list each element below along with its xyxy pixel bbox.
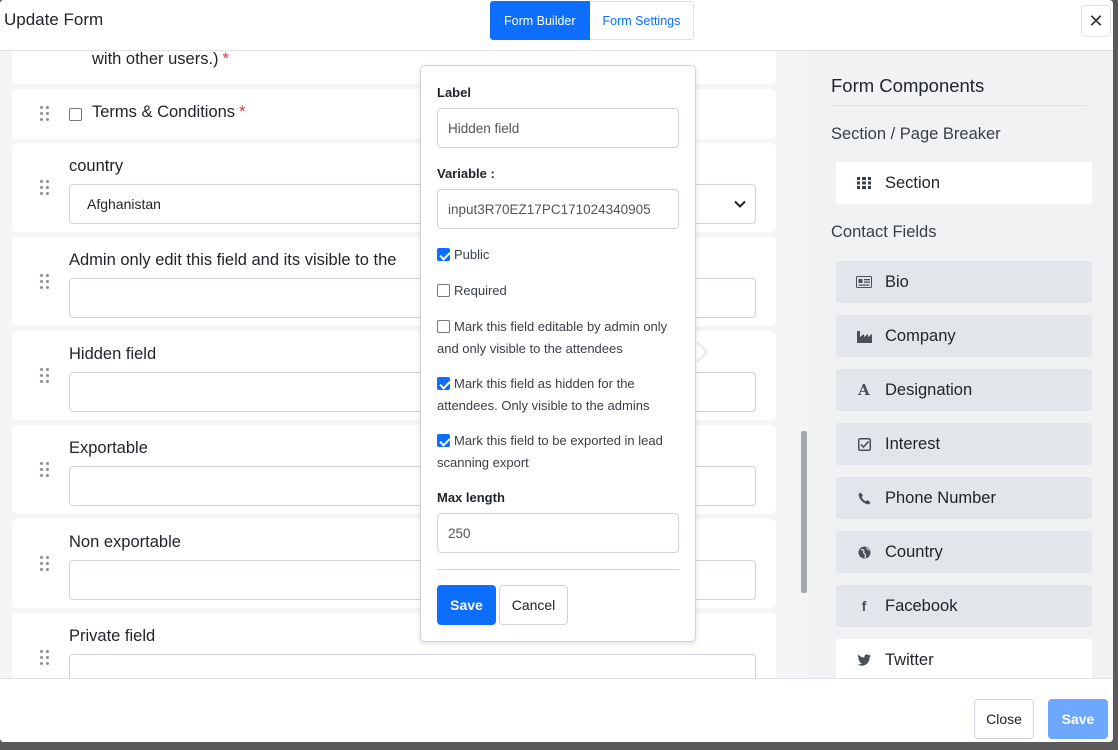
- required-option[interactable]: Required: [437, 280, 687, 302]
- field-label: Exportable: [69, 439, 148, 457]
- check-square-icon: [856, 436, 872, 452]
- globe-icon: [856, 544, 872, 560]
- form-components-sidebar: Form Components Section / Page Breaker S…: [808, 51, 1113, 678]
- chevron-down-icon: [734, 200, 746, 208]
- component-phone-number[interactable]: Phone Number: [836, 477, 1092, 519]
- required-checkbox[interactable]: [437, 284, 450, 297]
- private-field-input[interactable]: [69, 654, 756, 678]
- popover-divider: [437, 569, 679, 570]
- drag-handle-icon[interactable]: [40, 650, 52, 668]
- variable-title: Variable :: [437, 166, 495, 181]
- drag-handle-icon[interactable]: [40, 180, 52, 198]
- field-label: country: [69, 157, 124, 175]
- tab-form-builder[interactable]: Form Builder: [490, 1, 590, 40]
- component-twitter[interactable]: Twitter: [836, 639, 1092, 678]
- hidden-checkbox[interactable]: [437, 377, 450, 390]
- max-length-input[interactable]: 250: [437, 513, 679, 553]
- select-value: Afghanistan: [87, 196, 161, 212]
- drag-handle-icon[interactable]: [40, 274, 52, 292]
- section-group-heading: Section / Page Breaker: [831, 125, 1001, 143]
- admin-editable-checkbox[interactable]: [437, 320, 450, 333]
- field-label: with other users.) *: [92, 51, 229, 68]
- component-bio[interactable]: Bio: [836, 261, 1092, 303]
- facebook-icon: f: [861, 598, 867, 614]
- save-button[interactable]: Save: [1048, 699, 1108, 739]
- font-icon: A: [858, 381, 870, 399]
- twitter-icon: [856, 652, 872, 668]
- export-checkbox[interactable]: [437, 434, 450, 447]
- field-label: Admin only edit this field and its visib…: [69, 251, 397, 269]
- drag-handle-icon[interactable]: [40, 106, 52, 124]
- component-company[interactable]: Company: [836, 315, 1092, 357]
- public-checkbox[interactable]: [437, 248, 450, 261]
- component-interest[interactable]: Interest: [836, 423, 1092, 465]
- grid-icon: [856, 175, 872, 191]
- label-input[interactable]: Hidden field: [437, 108, 679, 148]
- phone-icon: [856, 490, 872, 506]
- tab-form-settings[interactable]: Form Settings: [589, 1, 695, 40]
- component-section[interactable]: Section: [836, 162, 1092, 204]
- drag-handle-icon[interactable]: [40, 556, 52, 574]
- component-designation[interactable]: A Designation: [836, 369, 1092, 411]
- drag-handle-icon[interactable]: [40, 368, 52, 386]
- field-settings-popover: Label Hidden field Variable : input3R70E…: [420, 65, 696, 642]
- popover-save-button[interactable]: Save: [437, 585, 496, 625]
- industry-icon: [856, 328, 872, 344]
- label-title: Label: [437, 85, 471, 100]
- max-length-title: Max length: [437, 490, 505, 505]
- public-option[interactable]: Public: [437, 244, 687, 266]
- contact-group-heading: Contact Fields: [831, 223, 937, 241]
- close-icon: ✕: [1088, 10, 1104, 31]
- admin-editable-option[interactable]: Mark this field editable by admin only a…: [437, 316, 687, 359]
- field-label: Terms & Conditions *: [92, 103, 246, 121]
- field-label: Hidden field: [69, 345, 157, 363]
- drag-handle-icon[interactable]: [40, 51, 52, 53]
- modal-close-button[interactable]: ✕: [1081, 5, 1111, 37]
- field-label: Private field: [69, 627, 156, 645]
- component-facebook[interactable]: f Facebook: [836, 585, 1092, 627]
- modal-footer: Close Save: [0, 678, 1113, 742]
- field-label: Non exportable: [69, 533, 181, 551]
- id-card-icon: [856, 274, 872, 290]
- builder-tabs: Form Builder Form Settings: [490, 1, 695, 40]
- drag-handle-icon[interactable]: [40, 462, 52, 480]
- close-button[interactable]: Close: [974, 699, 1034, 739]
- sidebar-divider: [831, 105, 1087, 106]
- popover-cancel-button[interactable]: Cancel: [499, 585, 568, 625]
- component-country[interactable]: Country: [836, 531, 1092, 573]
- hidden-option[interactable]: Mark this field as hidden for the attend…: [437, 373, 687, 416]
- variable-input[interactable]: input3R70EZ17PC171024340905: [437, 189, 679, 229]
- export-option[interactable]: Mark this field to be exported in lead s…: [437, 430, 687, 473]
- scrollbar-thumb[interactable]: [801, 431, 807, 593]
- modal-header: Update Form Form Builder Form Settings ✕: [0, 0, 1113, 51]
- modal-title: Update Form: [4, 10, 104, 29]
- terms-checkbox[interactable]: [69, 108, 82, 121]
- sidebar-title: Form Components: [831, 75, 985, 96]
- update-form-modal: Update Form Form Builder Form Settings ✕…: [0, 0, 1113, 742]
